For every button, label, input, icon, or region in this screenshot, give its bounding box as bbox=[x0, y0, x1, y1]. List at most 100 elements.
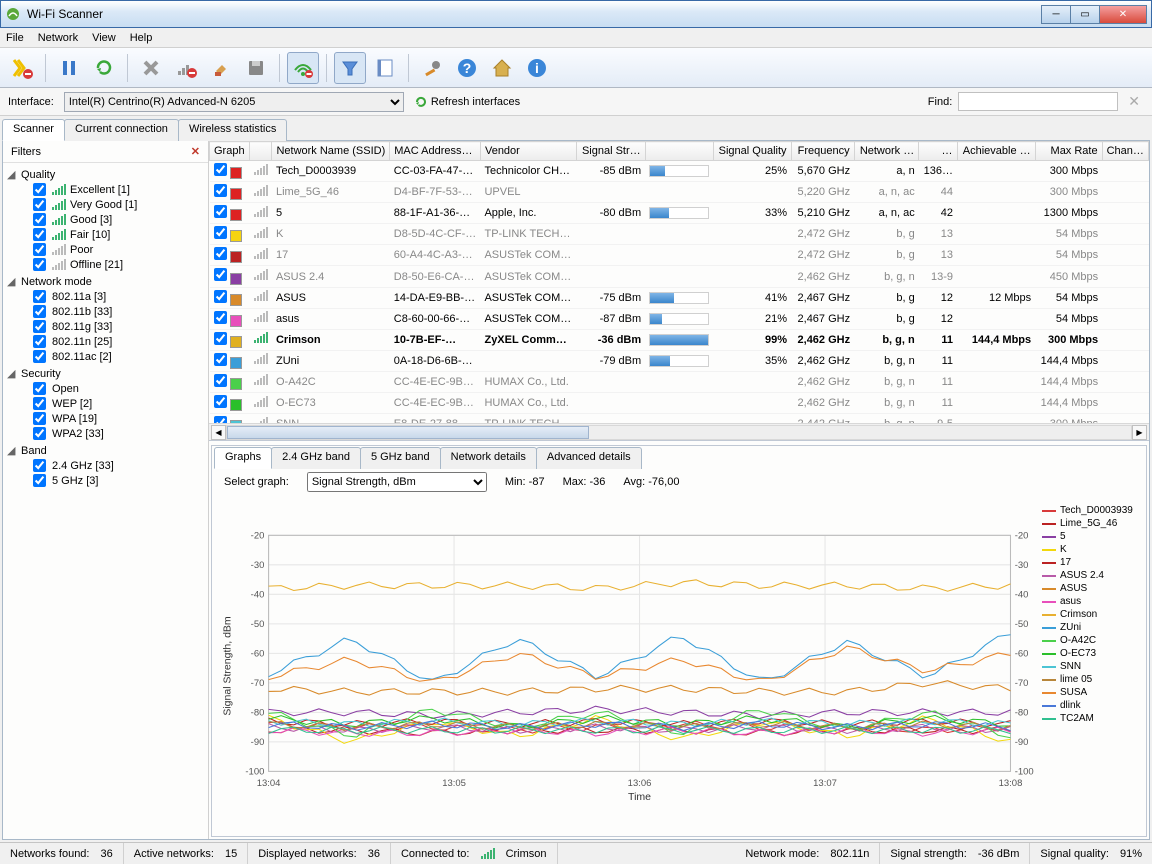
row-checkbox[interactable] bbox=[214, 247, 227, 260]
table-row[interactable]: KD8-5D-4C-CF-…TP-LINK TECH…2,472 GHzb, g… bbox=[210, 224, 1149, 245]
filter-item[interactable]: 5 GHz [3] bbox=[33, 473, 204, 488]
filter-checkbox[interactable] bbox=[33, 228, 46, 241]
table-row[interactable]: asusC8-60-00-66-…ASUSTek COM…-87 dBm21%2… bbox=[210, 308, 1149, 329]
filter-item[interactable]: Poor bbox=[33, 242, 204, 257]
tab-24ghz[interactable]: 2.4 GHz band bbox=[271, 447, 361, 469]
remove-offline-button[interactable] bbox=[170, 52, 202, 84]
maximize-button[interactable]: ▭ bbox=[1070, 5, 1100, 24]
scroll-right-icon[interactable]: ▶ bbox=[1132, 425, 1147, 440]
row-checkbox[interactable] bbox=[214, 353, 227, 366]
table-row[interactable]: ZUni0A-18-D6-6B-…-79 dBm35%2,462 GHzb, g… bbox=[210, 350, 1149, 371]
tab-network-details[interactable]: Network details bbox=[440, 447, 537, 469]
filter-checkbox[interactable] bbox=[33, 459, 46, 472]
filter-item[interactable]: 802.11n [25] bbox=[33, 334, 204, 349]
column-header[interactable]: Achievable … bbox=[957, 142, 1035, 161]
column-header[interactable]: Chan… bbox=[1102, 142, 1148, 161]
table-row[interactable]: Tech_D0003939CC-03-FA-47-…Technicolor CH… bbox=[210, 161, 1149, 182]
scan-stop-button[interactable] bbox=[6, 52, 38, 84]
table-row[interactable]: O-EC73CC-4E-EC-9B…HUMAX Co., Ltd.2,462 G… bbox=[210, 393, 1149, 414]
scroll-left-icon[interactable]: ◀ bbox=[211, 425, 226, 440]
menu-view[interactable]: View bbox=[92, 32, 116, 44]
filter-item[interactable]: Very Good [1] bbox=[33, 197, 204, 212]
filter-item[interactable]: 802.11g [33] bbox=[33, 319, 204, 334]
table-row[interactable]: ASUS14-DA-E9-BB-…ASUSTek COM…-75 dBm41%2… bbox=[210, 287, 1149, 308]
filter-checkbox[interactable] bbox=[33, 213, 46, 226]
column-header[interactable]: Frequency bbox=[791, 142, 854, 161]
column-header[interactable]: Signal Str… bbox=[577, 142, 646, 161]
tab-wireless-statistics[interactable]: Wireless statistics bbox=[178, 119, 287, 141]
filter-item[interactable]: Good [3] bbox=[33, 212, 204, 227]
menu-file[interactable]: File bbox=[6, 32, 24, 44]
column-header[interactable]: Signal Quality bbox=[713, 142, 791, 161]
table-row[interactable]: Crimson10-7B-EF-…ZyXEL Comm…-36 dBm99%2,… bbox=[210, 329, 1149, 350]
filter-checkbox[interactable] bbox=[33, 350, 46, 363]
filter-item[interactable]: Open bbox=[33, 381, 204, 396]
filter-checkbox[interactable] bbox=[33, 397, 46, 410]
filter-checkbox[interactable] bbox=[33, 382, 46, 395]
filter-checkbox[interactable] bbox=[33, 412, 46, 425]
interface-select[interactable]: Intel(R) Centrino(R) Advanced-N 6205 bbox=[64, 92, 404, 112]
row-checkbox[interactable] bbox=[214, 416, 227, 423]
row-checkbox[interactable] bbox=[214, 226, 227, 239]
grid-hscrollbar[interactable]: ◀ ▶ bbox=[209, 423, 1149, 440]
filter-checkbox[interactable] bbox=[33, 258, 46, 271]
menu-network[interactable]: Network bbox=[38, 32, 78, 44]
filter-item[interactable]: Offline [21] bbox=[33, 257, 204, 272]
menu-help[interactable]: Help bbox=[130, 32, 153, 44]
filter-item[interactable]: Fair [10] bbox=[33, 227, 204, 242]
refresh-button[interactable] bbox=[88, 52, 120, 84]
table-row[interactable]: Lime_5G_46D4-BF-7F-53-…UPVEL5,220 GHza, … bbox=[210, 182, 1149, 203]
filter-checkbox[interactable] bbox=[33, 198, 46, 211]
filter-item[interactable]: WPA [19] bbox=[33, 411, 204, 426]
table-row[interactable]: 1760-A4-4C-A3-…ASUSTek COM…2,472 GHzb, g… bbox=[210, 245, 1149, 266]
filter-checkbox[interactable] bbox=[33, 335, 46, 348]
filter-item[interactable]: 2.4 GHz [33] bbox=[33, 458, 204, 473]
close-button[interactable]: ✕ bbox=[1099, 5, 1147, 24]
filter-group[interactable]: ◢Quality bbox=[7, 167, 204, 182]
filter-group[interactable]: ◢Network mode bbox=[7, 274, 204, 289]
filter-checkbox[interactable] bbox=[33, 243, 46, 256]
filter-checkbox[interactable] bbox=[33, 305, 46, 318]
row-checkbox[interactable] bbox=[214, 268, 227, 281]
filter-group[interactable]: ◢Security bbox=[7, 366, 204, 381]
settings-button[interactable] bbox=[416, 52, 448, 84]
minimize-button[interactable]: ─ bbox=[1041, 5, 1071, 24]
column-header[interactable]: Network … bbox=[854, 142, 919, 161]
column-header[interactable]: Max Rate bbox=[1035, 142, 1102, 161]
column-header[interactable]: Graph bbox=[210, 142, 250, 161]
find-input[interactable] bbox=[958, 92, 1118, 111]
clear-button[interactable] bbox=[205, 52, 237, 84]
row-checkbox[interactable] bbox=[214, 290, 227, 303]
save-button[interactable] bbox=[240, 52, 272, 84]
tab-scanner[interactable]: Scanner bbox=[2, 119, 65, 141]
column-header[interactable]: Vendor bbox=[480, 142, 576, 161]
filter-checkbox[interactable] bbox=[33, 183, 46, 196]
filters-close-icon[interactable]: ✕ bbox=[191, 145, 200, 158]
filter-button[interactable] bbox=[334, 52, 366, 84]
info-button[interactable]: i bbox=[521, 52, 553, 84]
delete-button[interactable] bbox=[135, 52, 167, 84]
table-row[interactable]: SNNE8-DE-27-88-…TP-LINK TECH…2,442 GHzb,… bbox=[210, 414, 1149, 423]
filter-checkbox[interactable] bbox=[33, 474, 46, 487]
column-header[interactable]: … bbox=[919, 142, 957, 161]
filter-item[interactable]: WPA2 [33] bbox=[33, 426, 204, 441]
row-checkbox[interactable] bbox=[214, 332, 227, 345]
filter-item[interactable]: WEP [2] bbox=[33, 396, 204, 411]
notes-button[interactable] bbox=[369, 52, 401, 84]
column-header[interactable] bbox=[250, 142, 272, 161]
row-checkbox[interactable] bbox=[214, 163, 227, 176]
row-checkbox[interactable] bbox=[214, 374, 227, 387]
table-row[interactable]: ASUS 2.4D8-50-E6-CA-…ASUSTek COM…2,462 G… bbox=[210, 266, 1149, 287]
tab-5ghz[interactable]: 5 GHz band bbox=[360, 447, 441, 469]
table-row[interactable]: O-A42CCC-4E-EC-9B…HUMAX Co., Ltd.2,462 G… bbox=[210, 371, 1149, 392]
pause-button[interactable] bbox=[53, 52, 85, 84]
column-header[interactable]: MAC Address… bbox=[390, 142, 481, 161]
filter-item[interactable]: 802.11b [33] bbox=[33, 304, 204, 319]
row-checkbox[interactable] bbox=[214, 184, 227, 197]
tab-current-connection[interactable]: Current connection bbox=[64, 119, 179, 141]
scan-wifi-button[interactable] bbox=[287, 52, 319, 84]
filter-group[interactable]: ◢Band bbox=[7, 443, 204, 458]
filter-item[interactable]: Excellent [1] bbox=[33, 182, 204, 197]
graph-select[interactable]: Signal Strength, dBm bbox=[307, 472, 487, 492]
filter-item[interactable]: 802.11a [3] bbox=[33, 289, 204, 304]
